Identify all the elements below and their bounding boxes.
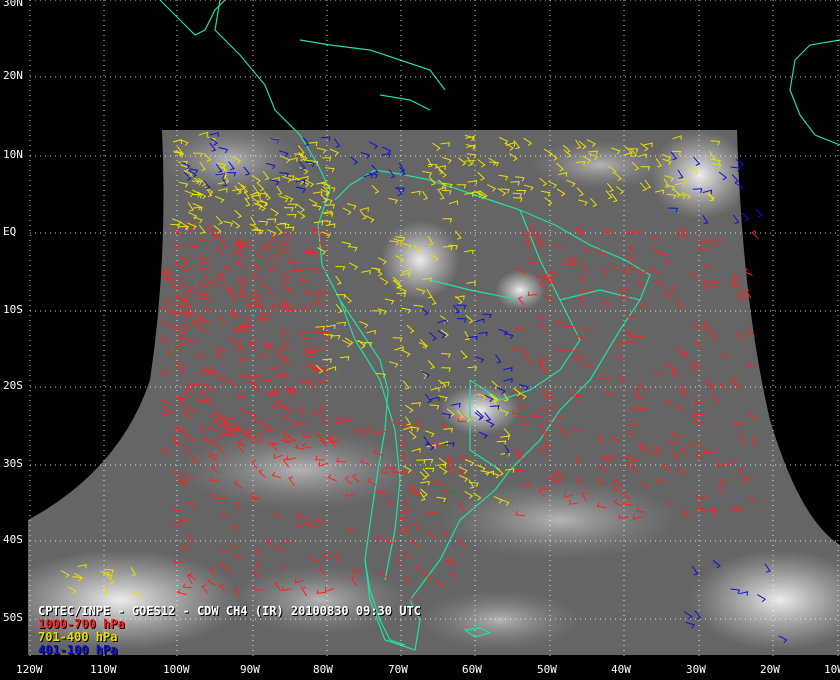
lat-label-20n: 20N (3, 69, 23, 82)
map-canvas (28, 0, 840, 660)
lon-label-90w: 90W (240, 663, 260, 676)
lat-label-30n: 30N (3, 0, 23, 9)
lat-label-40s: 40S (3, 533, 23, 546)
satellite-wind-map: { "caption": "CPTEC/INPE - GOES12 - CDW … (0, 0, 840, 680)
lat-label-eq: EQ (3, 225, 17, 238)
lon-label-60w: 60W (462, 663, 482, 676)
lon-label-50w: 50W (537, 663, 557, 676)
wind-barb (755, 208, 763, 218)
coastline-caribbean (299, 39, 446, 111)
wind-barb (741, 212, 750, 222)
lat-label-30s: 30S (3, 457, 23, 470)
lon-label-100w: 100W (163, 663, 190, 676)
coastline-africa (789, 39, 840, 146)
lat-label-10n: 10N (3, 148, 23, 161)
lon-label-40w: 40W (611, 663, 631, 676)
lon-label-20w: 20W (760, 663, 780, 676)
legend-high-level: 401-100 hPa (38, 643, 118, 657)
lon-label-80w: 80W (313, 663, 333, 676)
lon-label-30w: 30W (686, 663, 706, 676)
lon-label-10w: 10W (824, 663, 840, 676)
lat-label-10s: 10S (3, 303, 23, 316)
lon-label-120w: 120W (16, 663, 43, 676)
lon-label-70w: 70W (388, 663, 408, 676)
lon-label-110w: 110W (90, 663, 117, 676)
lat-label-20s: 20S (3, 379, 23, 392)
wind-barb (751, 230, 759, 240)
lat-label-50s: 50S (3, 611, 23, 624)
ir-imagery (28, 130, 840, 655)
